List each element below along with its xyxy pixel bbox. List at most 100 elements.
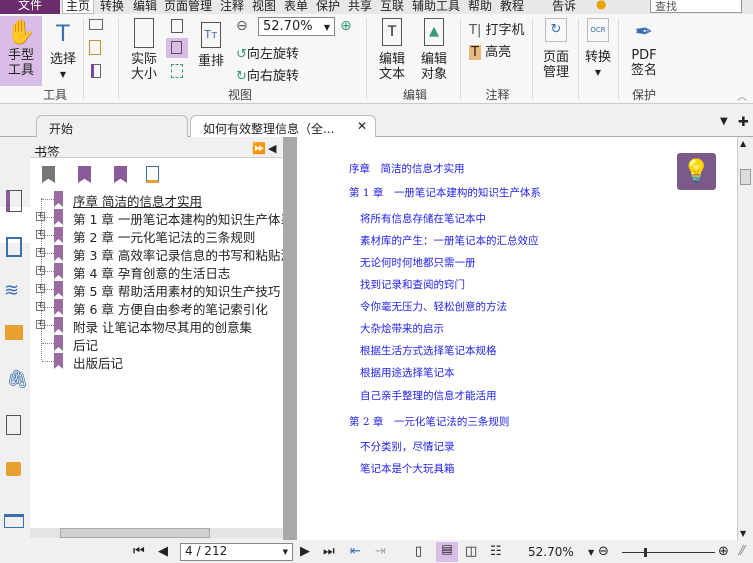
bookmark-item[interactable]: + 第 6 章 方便自由参考的笔记索引化 xyxy=(30,298,283,317)
layers-panel-icon[interactable]: ≋ xyxy=(4,280,19,301)
bookmark-options-icon[interactable] xyxy=(146,166,159,183)
page-manage-button[interactable]: ↻ 页面 管理 xyxy=(538,18,574,88)
tab-document[interactable]: 如何有效整理信息（全... ✕ xyxy=(190,115,376,137)
rotate-left-button[interactable]: ↺向左旋转 xyxy=(236,43,299,62)
menu-edit[interactable]: 编辑 xyxy=(133,0,157,14)
resize-grip-icon[interactable]: ⁄⁄ xyxy=(740,544,744,559)
bookmark-item[interactable]: 出版后记 xyxy=(30,352,283,371)
menu-file[interactable]: 文件 xyxy=(0,0,60,14)
zoom-out-icon-status[interactable]: ⊖ xyxy=(598,544,609,559)
add-tab-icon[interactable]: ✚ xyxy=(738,115,749,130)
toc-chapter[interactable]: 序章 简洁的信息才实用 xyxy=(349,161,465,176)
fit-page-icon[interactable] xyxy=(171,64,183,78)
toc-entry[interactable]: 无论何时何地都只需一册 xyxy=(360,255,476,270)
previous-view-icon[interactable]: ⇤ xyxy=(350,544,361,559)
comments-panel-icon[interactable] xyxy=(5,325,23,340)
menu-page-manage[interactable]: 页面管理 xyxy=(164,0,212,14)
menu-convert[interactable]: 转换 xyxy=(100,0,124,14)
facing-page-icon[interactable]: ◫ xyxy=(465,544,477,559)
bookmark-item[interactable]: + 第 3 章 高效率记录信息的书写和粘贴法 xyxy=(30,244,283,263)
hand-tool-button[interactable]: ✋ 手型 工具 xyxy=(0,16,42,86)
single-page-icon[interactable]: ▯ xyxy=(415,544,422,559)
security-lock-icon[interactable] xyxy=(6,462,21,476)
tab-start[interactable]: 开始 xyxy=(36,115,188,137)
collapse-panel-icon[interactable]: ◀ xyxy=(268,142,276,155)
last-page-icon[interactable]: ⏭ xyxy=(323,544,335,559)
menu-connect[interactable]: 互联 xyxy=(380,0,404,14)
attachments-panel-icon[interactable]: 🖇 xyxy=(6,369,29,390)
toc-entry[interactable]: 自己亲手整理的信息才能活用 xyxy=(360,388,497,403)
next-page-icon[interactable]: ▶ xyxy=(300,544,310,559)
pdf-sign-button[interactable]: ✒ PDF 签名 xyxy=(624,18,664,88)
prev-page-icon[interactable]: ◀ xyxy=(158,544,168,559)
toc-chapter[interactable]: 第 1 章 一册笔记本建构的知识生产体系 xyxy=(349,185,541,200)
zoom-select[interactable]: 52.70% ▼ xyxy=(258,17,335,36)
zoom-in-icon[interactable]: ⊕ xyxy=(340,18,352,34)
pages-panel-icon[interactable] xyxy=(6,237,22,257)
toc-entry[interactable]: 笔记本是个大玩具箱 xyxy=(360,461,455,476)
menu-view[interactable]: 视图 xyxy=(252,0,276,14)
zoom-dropdown-icon[interactable]: ▼ xyxy=(588,548,594,557)
collapse-ribbon-icon[interactable]: ︿ xyxy=(737,88,747,103)
clipboard-icon[interactable] xyxy=(89,40,101,55)
fit-width-button[interactable] xyxy=(166,38,188,58)
actual-size-button[interactable]: 实际 大小 xyxy=(125,18,163,84)
toc-entry[interactable]: 根据用途选择笔记本 xyxy=(360,365,455,380)
toc-entry[interactable]: 大杂烩带来的启示 xyxy=(360,321,444,336)
rotate-right-button[interactable]: ↻向右旋转 xyxy=(236,65,299,84)
fit-height-icon[interactable] xyxy=(171,19,183,33)
signatures-panel-icon[interactable] xyxy=(6,415,21,435)
convert-button[interactable]: OCR 转换 ▼ xyxy=(582,18,614,88)
toc-entry[interactable]: 素材库的产生：一册笔记本的汇总效应 xyxy=(360,233,539,248)
menu-share[interactable]: 共享 xyxy=(348,0,372,14)
bookmark-item[interactable]: + 第 4 章 孕育创意的生活日志 xyxy=(30,262,283,281)
close-tab-icon[interactable]: ✕ xyxy=(357,119,367,133)
tab-menu-icon[interactable]: ▼ xyxy=(720,116,728,127)
toc-entry[interactable]: 将所有信息存储在笔记本中 xyxy=(360,211,486,226)
lightbulb-tip-button[interactable]: 💡 xyxy=(677,153,716,190)
edit-object-button[interactable]: ▲ 编辑 对象 xyxy=(414,18,454,88)
document-vscrollbar[interactable]: ▲ ▼ xyxy=(737,137,753,540)
page-number-input[interactable]: 4 / 212 ▼ xyxy=(180,543,293,561)
menu-form[interactable]: 表单 xyxy=(284,0,308,14)
toc-entry[interactable]: 令你毫无压力、轻松创意的方法 xyxy=(360,299,507,314)
continuous-page-button[interactable]: ▤ xyxy=(436,542,458,562)
bookmarks-panel-icon[interactable] xyxy=(6,190,22,212)
smile-icon[interactable]: ● xyxy=(596,0,606,11)
typewriter-button[interactable]: T| 打字机 xyxy=(469,19,524,38)
menu-home[interactable]: 主页 xyxy=(62,0,94,14)
menu-comment[interactable]: 注释 xyxy=(220,0,244,14)
snapshot-icon[interactable] xyxy=(89,19,103,30)
toc-entry[interactable]: 找到记录和查阅的窍门 xyxy=(360,277,465,292)
menu-tell[interactable]: 告诉 xyxy=(552,0,576,14)
bookmark-item[interactable]: 序章 简洁的信息才实用 xyxy=(30,190,283,209)
expand-panel-icon[interactable]: ⏩ xyxy=(252,142,266,155)
fields-panel-icon[interactable] xyxy=(4,514,24,528)
bookmark-item[interactable]: + 第 2 章 一元化笔记法的三条规则 xyxy=(30,226,283,245)
zoom-slider[interactable] xyxy=(622,548,715,557)
menu-tutorial[interactable]: 教程 xyxy=(500,0,524,14)
bookmark-item[interactable]: + 第 1 章 一册笔记本建构的知识生产体系 xyxy=(30,208,283,227)
reflow-button[interactable]: Tт 重排 xyxy=(196,18,226,78)
bookmark-item[interactable]: 后记 xyxy=(30,334,283,353)
bookmark-item[interactable]: + 第 5 章 帮助活用素材的知识生产技巧 xyxy=(30,280,283,299)
bookmark-page-icon[interactable] xyxy=(91,64,101,78)
menu-help[interactable]: 帮助 xyxy=(468,0,492,14)
next-view-icon[interactable]: ⇥ xyxy=(375,544,386,559)
zoom-out-icon[interactable]: ⊖ xyxy=(236,18,248,34)
bookmark-hscrollbar[interactable] xyxy=(30,528,283,538)
toc-entry[interactable]: 不分类别，尽情记录 xyxy=(360,439,455,454)
toc-chapter[interactable]: 第 2 章 一元化笔记法的三条规则 xyxy=(349,414,509,429)
zoom-in-icon-status[interactable]: ⊕ xyxy=(718,544,729,559)
bookmark-item[interactable]: + 附录 让笔记本物尽其用的创意集 xyxy=(30,316,283,335)
continuous-facing-icon[interactable]: ☷ xyxy=(490,544,502,559)
highlight-button[interactable]: T 高亮 xyxy=(469,41,511,60)
select-button[interactable]: T 选择 ▼ xyxy=(48,18,78,84)
edit-text-button[interactable]: T 编辑 文本 xyxy=(375,18,409,88)
toc-entry[interactable]: 根据生活方式选择笔记本规格 xyxy=(360,343,497,358)
menu-accessibility[interactable]: 辅助工具 xyxy=(412,0,460,14)
first-page-icon[interactable]: ⏮ xyxy=(133,544,145,559)
panel-splitter[interactable] xyxy=(283,137,297,540)
menu-protect[interactable]: 保护 xyxy=(316,0,340,14)
search-input[interactable]: 查找 xyxy=(650,0,742,13)
